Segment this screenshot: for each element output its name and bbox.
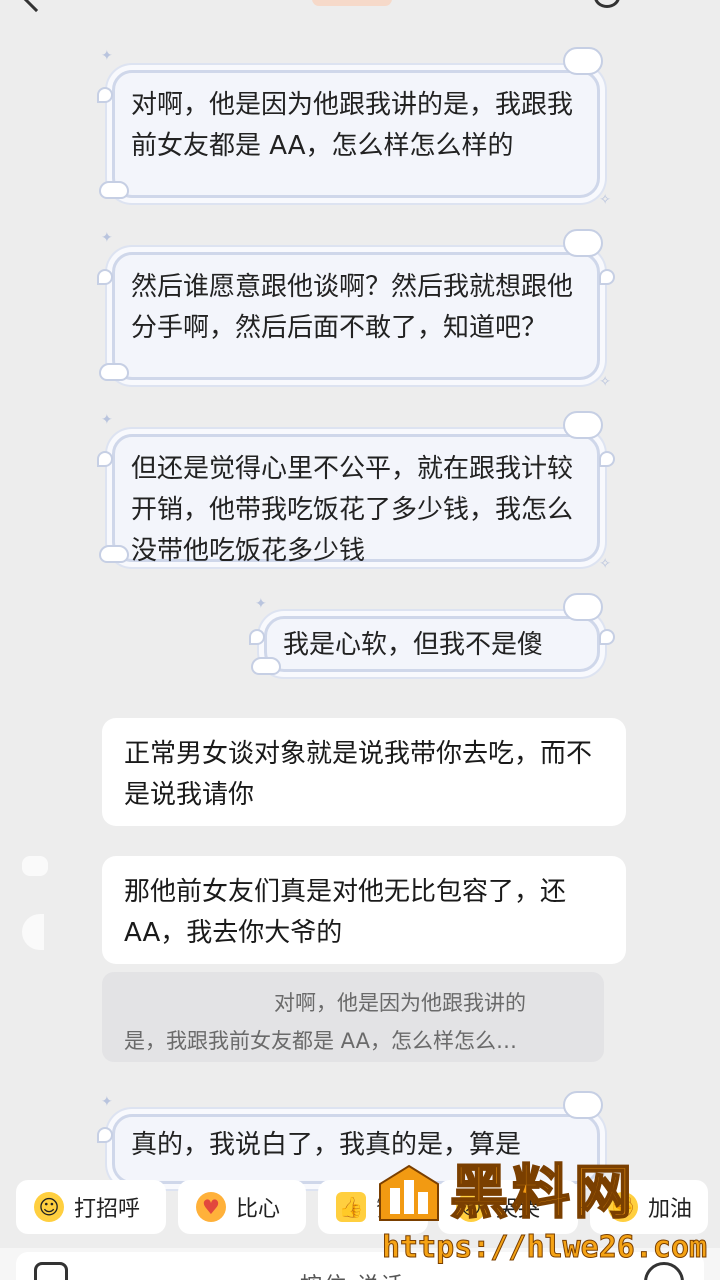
quick-reply-greet[interactable]: ☺ 打招呼 <box>16 1180 166 1234</box>
drop-icon <box>97 451 113 467</box>
drop-icon <box>599 629 615 645</box>
avatar[interactable] <box>22 914 44 950</box>
message-bubble[interactable]: ✦ 我是心软，但我不是傻 <box>249 593 615 675</box>
message-text: 正常男女谈对象就是说我带你去吃，而不是说我请你 <box>124 739 593 810</box>
smile-emoji-icon: ☺ <box>34 1192 64 1222</box>
drop-icon <box>599 269 615 285</box>
message-text: 那他前女友们真是对他无比包容了，还 AA，我去你大爷的 <box>124 877 567 948</box>
message-text: 但还是觉得心里不公平，就在跟我计较开销，他带我吃饭花了多少钱，我怎么没带他吃饭花… <box>131 454 574 566</box>
quoted-message[interactable]: 对啊，他是因为他跟我讲的 是，我跟我前女友都是 AA，怎么样怎么… <box>102 972 604 1062</box>
cloud-face-icon <box>563 229 603 257</box>
sparkle-icon: ✦ <box>101 412 113 428</box>
drop-icon <box>97 269 113 285</box>
thumbs-up-emoji-icon: 👍 <box>336 1192 366 1222</box>
cloud-face-icon <box>563 47 603 75</box>
drop-icon <box>97 1127 113 1143</box>
cloud-face-icon <box>563 1091 603 1119</box>
message-text: 然后谁愿意跟他谈啊？然后我就想跟他分手啊，然后后面不敢了，知道吧？ <box>131 272 574 343</box>
bunny-icon <box>99 181 129 199</box>
chevron-left-icon[interactable] <box>21 0 51 13</box>
chip-label: 打招呼 <box>74 1197 141 1222</box>
message-text: 我是心软，但我不是傻 <box>283 630 544 660</box>
quick-reply-heart[interactable]: ♥ 比心 <box>178 1180 306 1234</box>
sparkle-icon: ✧ <box>599 192 611 208</box>
message-bubble[interactable]: ✦ ✧ 对啊，他是因为他跟我讲的是，我跟我前女友都是 AA，怎么样怎么样的 <box>97 47 611 207</box>
phone-icon[interactable] <box>594 0 620 8</box>
sparkle-icon: ✦ <box>255 596 267 612</box>
quote-line: 对啊，他是因为他跟我讲的 <box>274 991 526 1015</box>
cloud-face-icon <box>563 593 603 621</box>
message-bubble[interactable]: ✦ ✧ 然后谁愿意跟他谈啊？然后我就想跟他分手啊，然后后面不敢了，知道吧？ <box>97 229 615 389</box>
bunny-icon <box>99 363 129 381</box>
avatar[interactable] <box>22 856 48 876</box>
camera-icon[interactable] <box>34 1262 68 1280</box>
drop-icon <box>97 87 113 103</box>
top-bar <box>0 0 720 22</box>
title-pill <box>312 0 392 6</box>
chip-label: 比心 <box>236 1197 281 1222</box>
sparkle-icon: ✧ <box>599 556 611 572</box>
sparkle-icon: ✦ <box>101 48 113 64</box>
bunny-icon <box>99 545 129 563</box>
watermark: 黑料网 https://hlwe26.com <box>378 1152 718 1272</box>
watermark-url: https://hlwe26.com <box>381 1230 708 1266</box>
cloud-face-icon <box>563 411 603 439</box>
bunny-icon <box>251 657 281 675</box>
watermark-title: 黑料网 <box>449 1157 637 1227</box>
sparkle-icon: ✧ <box>599 374 611 390</box>
sparkle-icon: ✦ <box>101 1094 113 1110</box>
watermark-logo-icon <box>379 1164 439 1221</box>
drop-icon <box>249 629 265 645</box>
message-bubble[interactable]: ✦ ✧ 但还是觉得心里不公平，就在跟我计较开销，他带我吃饭花了多少钱，我怎么没带… <box>97 411 615 571</box>
heart-hand-emoji-icon: ♥ <box>196 1192 226 1222</box>
quote-line: 是，我跟我前女友都是 AA，怎么样怎么… <box>124 1029 517 1053</box>
message-bubble[interactable]: 那他前女友们真是对他无比包容了，还 AA，我去你大爷的 <box>102 856 626 964</box>
drop-icon <box>599 451 615 467</box>
message-text: 对啊，他是因为他跟我讲的是，我跟我前女友都是 AA，怎么样怎么样的 <box>131 90 574 161</box>
sparkle-icon: ✦ <box>101 230 113 246</box>
message-bubble[interactable]: 正常男女谈对象就是说我带你去吃，而不是说我请你 <box>102 718 626 826</box>
